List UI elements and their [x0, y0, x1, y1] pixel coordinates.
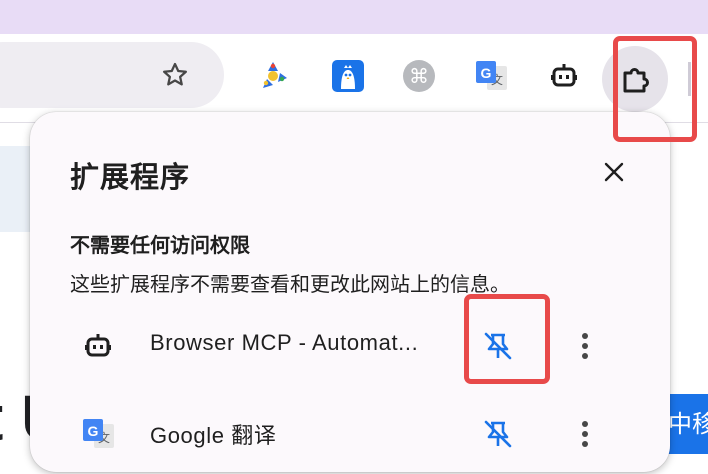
- page-partial-badge: 中移: [668, 394, 708, 454]
- highlight-extensions-button: [613, 36, 697, 142]
- command-key-extension-icon[interactable]: ⌘: [399, 54, 439, 98]
- more-options-button[interactable]: [565, 324, 605, 368]
- extension-name: Google 翻译: [150, 423, 277, 448]
- svg-text:G: G: [88, 423, 99, 439]
- section-description: 这些扩展程序不需要查看和更改此网站上的信息。: [70, 272, 510, 296]
- bookmark-star-icon[interactable]: [156, 56, 194, 94]
- extension-name: Browser MCP - Automat...: [150, 330, 419, 355]
- google-translate-extension-icon[interactable]: 文 G: [471, 54, 511, 98]
- colorful-spinner-extension-icon[interactable]: [253, 54, 293, 98]
- extension-row-browser-mcp[interactable]: Browser MCP - Automat...: [30, 306, 670, 386]
- bird-extension-icon[interactable]: [328, 54, 368, 98]
- section-heading: 不需要任何访问权限: [70, 233, 250, 257]
- extension-row-google-translate[interactable]: 文 G Google 翻译: [30, 394, 670, 474]
- more-vert-icon: [580, 419, 590, 449]
- highlight-unpin-button: [464, 294, 550, 384]
- unpin-icon: [482, 418, 514, 450]
- google-translate-icon: 文 G: [78, 414, 118, 454]
- popup-title: 扩展程序: [70, 160, 191, 194]
- window-top-band: [0, 0, 708, 34]
- unpin-button[interactable]: [476, 412, 520, 456]
- close-icon: [603, 161, 625, 183]
- more-options-button[interactable]: [565, 412, 605, 456]
- more-vert-icon: [580, 331, 590, 361]
- svg-text:⌘: ⌘: [409, 64, 429, 88]
- robot-icon: [78, 326, 118, 366]
- extensions-popup: 扩展程序 不需要任何访问权限 这些扩展程序不需要查看和更改此网站上的信息。 Br…: [30, 112, 670, 472]
- robot-extension-icon[interactable]: [544, 54, 584, 98]
- svg-text:G: G: [481, 65, 492, 81]
- close-button[interactable]: [594, 152, 634, 192]
